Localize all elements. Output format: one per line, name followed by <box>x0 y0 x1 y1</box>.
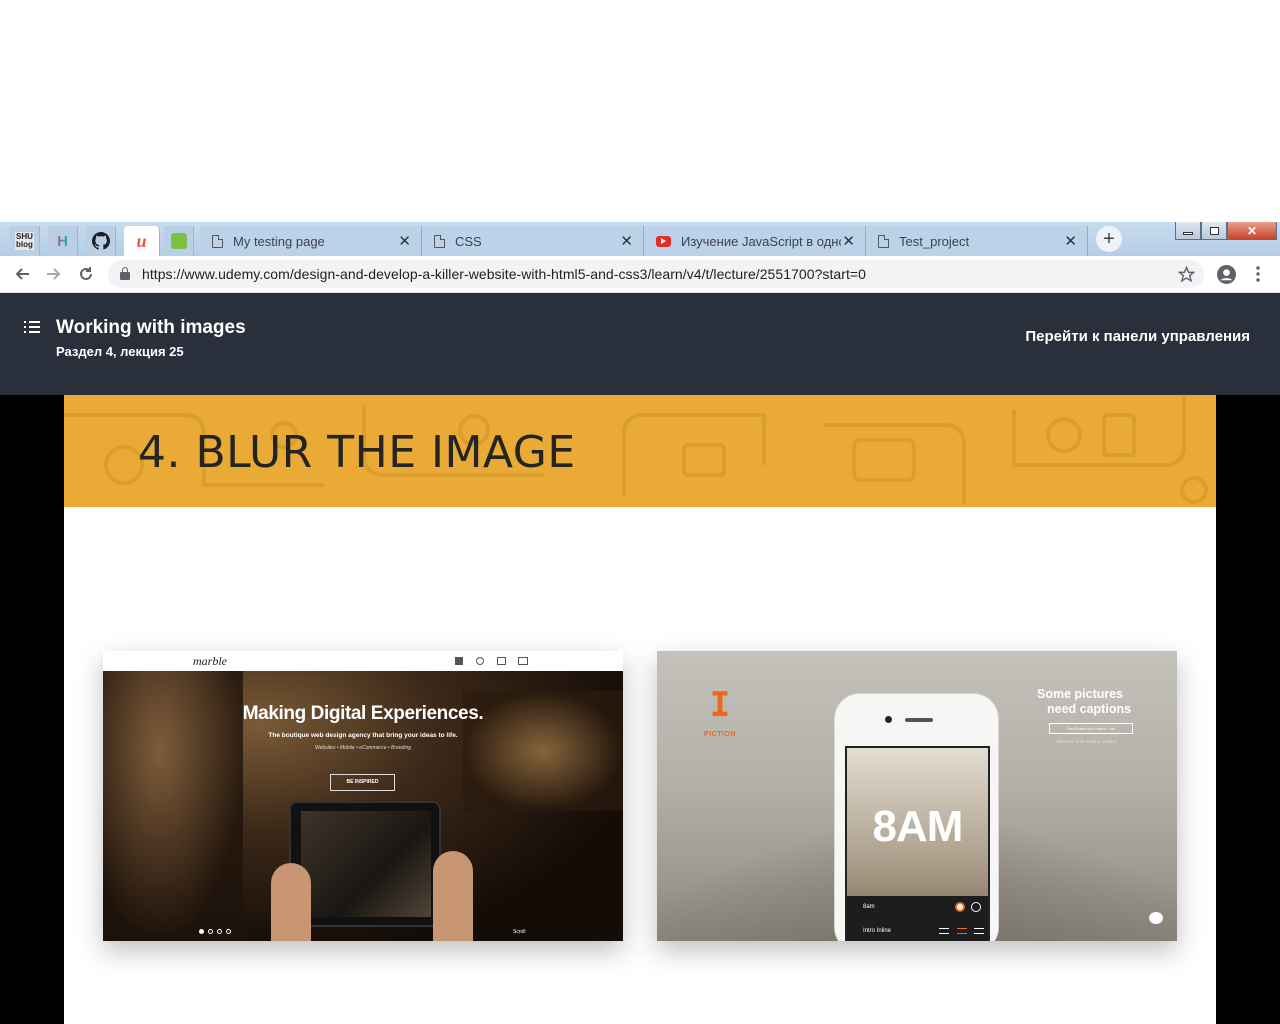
back-arrow-icon <box>15 268 29 280</box>
new-tab-button[interactable]: + <box>1096 226 1122 252</box>
tab-title: Изучение JavaScript в одном <box>681 233 841 249</box>
circle-icon <box>971 902 981 912</box>
marble-headline: Making Digital Experiences. <box>242 703 484 724</box>
kebab-menu-icon <box>1256 266 1260 282</box>
minimize-icon <box>1183 231 1193 235</box>
tab-css[interactable]: CSS ✕ <box>422 226 644 256</box>
camera-dot <box>885 716 892 723</box>
profile-button[interactable] <box>1214 262 1238 286</box>
iphone-illustration: 8AM 8am Intro Inline <box>834 693 999 941</box>
close-icon[interactable]: ✕ <box>842 232 855 250</box>
piction-headline-2: need captions <box>1047 702 1132 716</box>
cat-icon <box>1149 912 1163 924</box>
course-header: Working with images Раздел 4, лекция 25 … <box>0 293 1280 395</box>
url-text: https://www.udemy.com/design-and-develop… <box>142 266 866 282</box>
browser-menu-button[interactable] <box>1246 262 1270 286</box>
shu-blog-icon: SHU blog <box>15 232 34 250</box>
piction-get-button: Get Piction for iPhone - We <box>1049 723 1133 734</box>
align-right-icon <box>974 928 984 934</box>
reload-icon <box>80 267 92 280</box>
document-icon <box>212 234 223 248</box>
empty-area <box>0 0 1280 222</box>
udemy-icon: u <box>136 230 147 251</box>
be-inspired-button: BE INSPIRED <box>330 774 395 791</box>
phone-screen: 8AM 8am Intro Inline <box>845 746 990 941</box>
tab-youtube-javascript[interactable]: Изучение JavaScript в одном ✕ <box>644 226 866 256</box>
forward-arrow-icon <box>47 268 61 280</box>
curriculum-list-icon[interactable] <box>24 321 40 335</box>
slide-banner: 4. BLUR THE IMAGE <box>64 395 1216 507</box>
tab-title: My testing page <box>233 233 325 249</box>
phone-row-1: 8am <box>863 904 875 910</box>
phone-toolbar: 8am Intro Inline <box>847 896 988 941</box>
share-icon <box>476 657 484 665</box>
tab-my-testing-page[interactable]: My testing page ✕ <box>200 226 422 256</box>
align-active-icon <box>957 928 967 934</box>
pinned-tab-shu-blog[interactable]: SHU blog <box>10 226 40 256</box>
mail-icon <box>518 657 528 665</box>
youtube-icon <box>656 235 671 247</box>
align-icon <box>939 928 949 934</box>
star-icon <box>1177 265 1195 282</box>
right-hand <box>433 851 473 941</box>
browser-tab-bar: SHU blog H u My testing page ✕ CSS ✕ Изуч… <box>0 222 1280 256</box>
piction-headline-1: Some pictures <box>1037 687 1124 701</box>
marble-services: Websites • Mobile • eCommerce • Branding <box>314 745 412 751</box>
lecture-title: Working with images <box>56 317 246 338</box>
evernote-icon <box>170 233 187 249</box>
lecture-slide: 4. BLUR THE IMAGE marble Making Digital … <box>64 395 1216 1024</box>
slider-dots <box>199 929 231 934</box>
avatar-icon <box>1216 264 1236 284</box>
phone-time-caption: 8AM <box>872 802 964 851</box>
example-screenshot-marble: marble Making Digital Experiences. The b… <box>103 651 623 941</box>
piction-demo-link: WATCH THE DEMO VIDEO <box>1057 739 1117 744</box>
browser-toolbar: https://www.udemy.com/design-and-develop… <box>0 256 1280 293</box>
document-icon <box>878 234 889 248</box>
piction-logo-icon: I <box>709 685 731 725</box>
forward-button[interactable] <box>42 262 66 286</box>
pinned-tab-evernote[interactable] <box>164 226 194 256</box>
close-icon[interactable]: ✕ <box>1064 232 1077 250</box>
close-icon: ✕ <box>1246 223 1258 238</box>
scroll-label: Scroll <box>513 929 526 935</box>
tab-title: CSS <box>455 233 482 249</box>
pinned-tab-udemy[interactable]: u <box>124 226 160 256</box>
marble-tagline: The boutique web design agency that brin… <box>268 732 458 739</box>
lecture-subtitle: Раздел 4, лекция 25 <box>56 344 184 359</box>
reload-button[interactable] <box>74 262 98 286</box>
pinned-tab-h[interactable]: H <box>48 226 78 256</box>
piction-brand: PICTION <box>704 731 736 738</box>
minimize-button[interactable] <box>1175 222 1201 240</box>
speaker-slot <box>905 718 933 722</box>
h-icon: H <box>57 232 68 250</box>
folder-icon <box>497 657 506 665</box>
left-hand <box>271 863 311 941</box>
address-bar[interactable]: https://www.udemy.com/design-and-develop… <box>108 260 1204 288</box>
restore-button[interactable] <box>1201 222 1227 240</box>
restore-icon <box>1209 226 1219 235</box>
tablet-illustration <box>289 801 441 927</box>
close-icon[interactable]: ✕ <box>398 232 411 250</box>
slide-title: 4. BLUR THE IMAGE <box>138 427 576 478</box>
go-to-dashboard-link[interactable]: Перейти к панели управления <box>1025 328 1250 345</box>
gift-icon <box>455 657 463 665</box>
back-button[interactable] <box>10 262 34 286</box>
close-window-button[interactable]: ✕ <box>1227 222 1277 240</box>
record-icon <box>955 902 965 912</box>
tab-test-project[interactable]: Test_project ✕ <box>866 226 1088 256</box>
marble-nav: marble <box>103 651 623 671</box>
phone-row-2: Intro Inline <box>863 928 892 934</box>
video-player[interactable]: 4. BLUR THE IMAGE marble Making Digital … <box>0 395 1280 1024</box>
lock-icon <box>120 267 130 280</box>
marble-logo: marble <box>193 654 227 668</box>
tab-title: Test_project <box>899 233 970 249</box>
example-screenshot-piction: I PICTION Some pictures need captions Ge… <box>657 651 1177 941</box>
github-icon <box>91 232 110 250</box>
pinned-tab-github[interactable] <box>86 226 116 256</box>
document-icon <box>434 234 445 248</box>
bookmark-button[interactable] <box>1174 262 1198 286</box>
close-icon[interactable]: ✕ <box>620 232 633 250</box>
